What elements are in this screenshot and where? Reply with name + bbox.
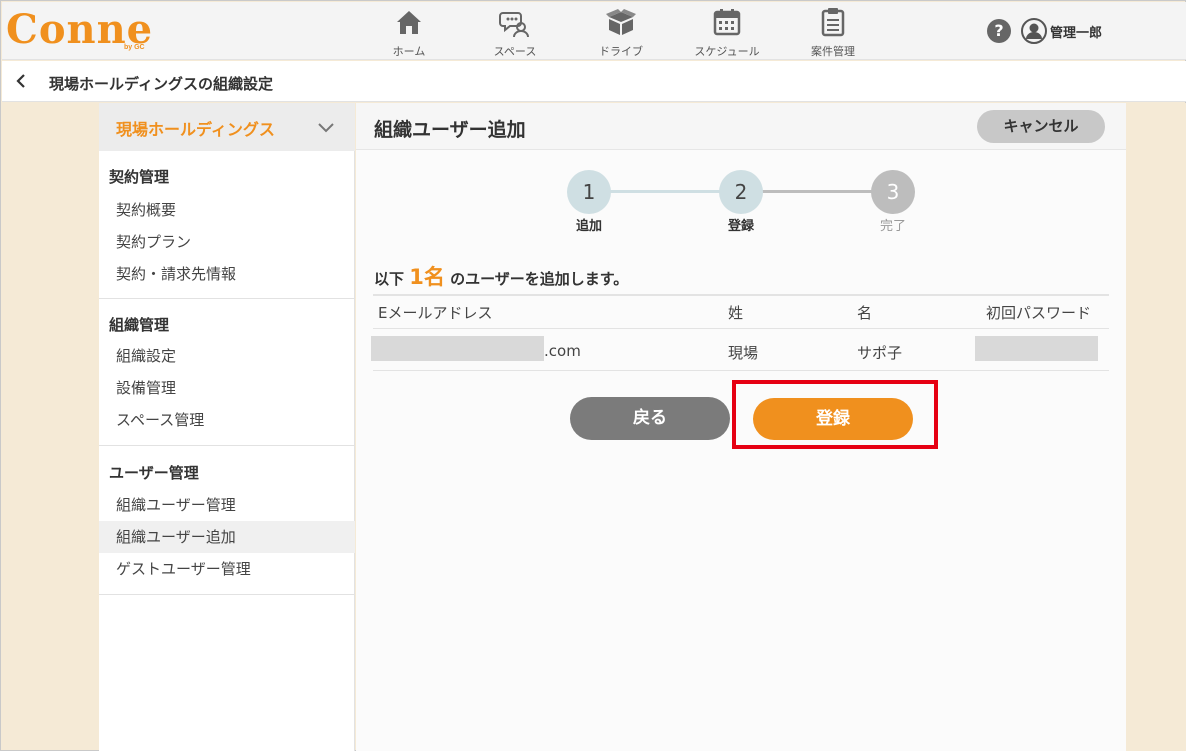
page-title: 現場ホールディングスの組織設定 [49, 75, 273, 93]
table-header-email: Eメールアドレス [378, 304, 493, 322]
table-header-divider [373, 328, 1109, 329]
app-frame: Conne by GC ホーム スペース ドライブ スケジュール 案件管理 ? … [0, 0, 1186, 751]
step-2-label: 登録 [727, 219, 754, 234]
home-icon [397, 11, 421, 34]
top-header: Conne by GC ホーム スペース ドライブ スケジュール 案件管理 ? … [2, 2, 1186, 60]
sidebar-item-contract-overview[interactable]: 契約概要 [99, 194, 355, 226]
sidebar-item-guest-users[interactable]: ゲストユーザー管理 [99, 553, 355, 585]
sidebar-item-space-management[interactable]: スペース管理 [99, 404, 355, 436]
chevron-left-icon[interactable] [14, 73, 28, 89]
user-avatar-icon[interactable] [1021, 18, 1047, 44]
right-margin-panel [1126, 103, 1186, 751]
step-1-circle: 1 [567, 170, 611, 214]
user-name[interactable]: 管理一郎 [1050, 22, 1102, 41]
org-selector[interactable]: 現場ホールディングス [99, 103, 355, 151]
summary-prefix: 以下 [374, 270, 405, 288]
sidebar-group-users: ユーザー管理 組織ユーザー管理 組織ユーザー追加 ゲストユーザー管理 [99, 446, 355, 595]
sidebar-item-org-users[interactable]: 組織ユーザー管理 [99, 489, 355, 521]
sidebar-group-org: 組織管理 組織設定 設備管理 スペース管理 [99, 299, 355, 446]
nav-project-label: 案件管理 [811, 45, 855, 58]
table-header-password: 初回パスワード [986, 304, 1092, 322]
cancel-button[interactable]: キャンセル [977, 110, 1105, 143]
redacted-email [371, 336, 544, 361]
sidebar-heading: ユーザー管理 [109, 464, 199, 482]
main-content: 組織ユーザー追加 キャンセル 1 追加 2 登録 3 完了 以下 1名 のユーザ… [356, 103, 1126, 751]
step-1-label: 追加 [575, 219, 602, 234]
nav-space[interactable]: スペース [462, 2, 568, 60]
table-bottom-border [373, 370, 1109, 371]
box-icon [606, 9, 636, 35]
nav-drive[interactable]: ドライブ [568, 2, 674, 60]
table-top-border [373, 294, 1109, 296]
summary-count: 1名 [409, 265, 445, 289]
clipboard-icon [821, 8, 845, 37]
nav-space-label: スペース [493, 45, 537, 58]
nav-drive-label: ドライブ [599, 45, 643, 58]
redacted-password [975, 336, 1098, 361]
main-nav: ホーム スペース ドライブ スケジュール 案件管理 [356, 2, 886, 60]
sidebar-group-contract: 契約管理 契約概要 契約プラン 契約・請求先情報 [99, 151, 355, 299]
sidebar-item-billing-info[interactable]: 契約・請求先情報 [99, 258, 355, 290]
main-header: 組織ユーザー追加 キャンセル [356, 103, 1126, 150]
summary-suffix: のユーザーを追加します。 [450, 270, 629, 288]
sidebar-item-add-org-user[interactable]: 組織ユーザー追加 [99, 521, 355, 553]
summary-text: 以下 1名 のユーザーを追加します。 [374, 261, 628, 291]
nav-schedule[interactable]: スケジュール [674, 2, 780, 60]
step-3-circle: 3 [871, 170, 915, 214]
section-title: 組織ユーザー追加 [374, 119, 526, 141]
nav-project[interactable]: 案件管理 [780, 2, 886, 60]
nav-schedule-label: スケジュール [694, 45, 760, 58]
logo-subtext: by GC [124, 44, 145, 51]
nav-home[interactable]: ホーム [356, 2, 462, 60]
nav-home-label: ホーム [392, 45, 426, 58]
email-suffix: .com [544, 342, 581, 360]
sidebar-item-org-settings[interactable]: 組織設定 [99, 340, 355, 372]
sidebar-item-contract-plan[interactable]: 契約プラン [99, 226, 355, 258]
step-2-circle: 2 [719, 170, 763, 214]
back-button[interactable]: 戻る [570, 397, 730, 440]
last-name-cell: 現場 [728, 344, 759, 362]
table-header-last-name: 姓 [728, 304, 744, 322]
sidebar-item-equipment[interactable]: 設備管理 [99, 372, 355, 404]
sidebar-heading: 契約管理 [109, 168, 170, 186]
breadcrumb: 現場ホールディングスの組織設定 [2, 61, 1186, 102]
chevron-down-icon [318, 123, 334, 133]
question-icon[interactable]: ? [987, 19, 1011, 43]
org-selector-label: 現場ホールディングス [116, 120, 275, 139]
register-button[interactable]: 登録 [753, 398, 913, 440]
table-header-first-name: 名 [857, 304, 873, 322]
sidebar: 現場ホールディングス 契約管理 契約概要 契約プラン 契約・請求先情報 組織管理… [99, 103, 355, 751]
calendar-icon [713, 9, 741, 36]
first-name-cell: サポ子 [857, 344, 903, 362]
chat-people-icon [499, 12, 529, 38]
step-3-label: 完了 [879, 219, 906, 234]
conne-logo[interactable]: Conne by GC [6, 6, 156, 60]
sidebar-heading: 組織管理 [109, 316, 170, 334]
